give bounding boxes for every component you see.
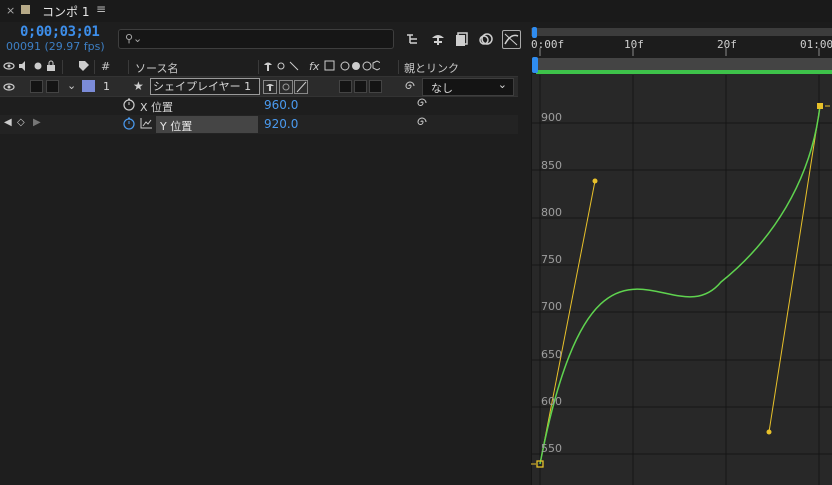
3d-layer-checkbox[interactable] — [369, 80, 382, 93]
switches-header — [263, 60, 339, 75]
current-time-display[interactable]: 0;00;03;01 — [20, 24, 100, 40]
time-navigator-bar[interactable] — [531, 28, 832, 36]
lock-checkbox[interactable] — [46, 80, 59, 93]
work-area-track — [536, 58, 832, 72]
graph-include-icon[interactable] — [140, 117, 153, 132]
column-divider — [94, 60, 95, 74]
ruler-ticks — [539, 48, 820, 56]
property-value[interactable]: 960.0 — [264, 98, 298, 112]
layer-switch-icons — [264, 60, 335, 71]
work-area-bar[interactable] — [536, 70, 832, 74]
prev-keyframe-icon[interactable]: ◀ — [4, 117, 12, 128]
column-divider — [62, 60, 63, 74]
column-divider — [398, 60, 399, 74]
composition-flowchart-icon[interactable] — [405, 31, 421, 47]
add-keyframe-icon[interactable]: ◇ — [17, 117, 25, 128]
keyframe-handle-line — [768, 105, 821, 433]
bezier-handle[interactable] — [592, 178, 598, 184]
label-tag-icon[interactable] — [78, 60, 90, 75]
effects-switch-header: fx — [309, 60, 320, 73]
property-row-y[interactable] — [0, 115, 518, 134]
stopwatch-active-icon[interactable] — [123, 117, 135, 133]
adjustment-checkbox[interactable] — [354, 80, 367, 93]
quality-switch-icon[interactable] — [294, 80, 308, 94]
column-divider — [258, 60, 259, 74]
switches-header-2 — [340, 60, 382, 75]
time-navigator-start-handle[interactable] — [532, 27, 537, 38]
graph-y-label: 600 — [541, 395, 562, 408]
ruler-label: 0:00f — [531, 38, 565, 51]
property-name: X 位置 — [140, 101, 174, 114]
playhead-indicator[interactable] — [532, 57, 538, 73]
audio-switch-icon[interactable] — [17, 60, 29, 75]
ruler-label: 01:00 — [800, 38, 832, 51]
parent-dropdown[interactable]: なし ⌄ — [422, 78, 514, 96]
layer-number-header: # — [101, 60, 111, 73]
graph-y-label: 900 — [541, 111, 562, 124]
expand-layer-chevron-icon[interactable]: ⌄ — [67, 79, 76, 92]
frame-rate-info: 00091 (29.97 fps) — [6, 40, 105, 53]
graph-y-label: 850 — [541, 159, 562, 172]
value-graph-curve[interactable] — [539, 105, 821, 465]
video-visibility-eye-icon[interactable] — [3, 81, 15, 96]
next-keyframe-icon[interactable]: ▶ — [33, 117, 41, 128]
layer-name-field[interactable]: シェイプレイヤー 1 — [150, 78, 260, 95]
search-input[interactable] — [141, 31, 390, 47]
source-name-header[interactable]: ソース名 — [135, 60, 178, 76]
ruler-label: 20f — [717, 38, 737, 51]
property-pickwhip-icon[interactable] — [416, 97, 428, 112]
keyframe-end[interactable] — [817, 103, 823, 109]
ruler-label: 10f — [624, 38, 644, 51]
graph-editor-icon[interactable] — [502, 30, 521, 49]
layer-search-box[interactable]: ⚲⌄ — [118, 29, 394, 49]
layer-label-color[interactable] — [82, 80, 95, 92]
parent-pickwhip-icon[interactable] — [404, 80, 416, 95]
property-value[interactable]: 920.0 — [264, 117, 298, 131]
column-divider — [128, 60, 129, 74]
search-icon: ⚲⌄ — [125, 32, 143, 45]
parent-link-header[interactable]: 親とリンク — [404, 60, 459, 76]
graph-editor-canvas[interactable] — [531, 22, 832, 485]
shape-layer-star-icon: ★ — [133, 79, 144, 93]
close-tab-icon[interactable]: × — [6, 4, 15, 17]
frame-blending-icon[interactable] — [454, 31, 470, 47]
parent-dropdown-value: なし — [431, 82, 453, 95]
composition-color-swatch — [21, 5, 30, 14]
layer-number: 1 — [103, 80, 110, 93]
property-pickwhip-icon[interactable] — [416, 116, 428, 131]
draft-3d-icon[interactable] — [430, 31, 446, 47]
property-name[interactable]: Y 位置 — [160, 118, 192, 134]
stopwatch-icon[interactable] — [123, 98, 135, 114]
graph-y-label: 650 — [541, 348, 562, 361]
shy-switch-icon[interactable] — [263, 80, 277, 94]
collapse-switch-icon[interactable] — [279, 80, 293, 94]
solo-checkbox[interactable] — [30, 80, 43, 93]
solo-switch-icon[interactable] — [33, 61, 43, 74]
property-row-x[interactable] — [0, 96, 518, 115]
tab-menu-icon[interactable]: ≡ — [96, 2, 106, 16]
graph-y-label: 750 — [541, 253, 562, 266]
lock-switch-icon[interactable] — [46, 60, 56, 75]
motion-blur-icon[interactable] — [478, 31, 494, 47]
motion-blur-checkbox[interactable] — [339, 80, 352, 93]
composition-tab-title[interactable]: コンポ 1 — [42, 3, 89, 20]
video-switch-icon[interactable] — [3, 60, 15, 75]
graph-y-label: 700 — [541, 300, 562, 313]
bezier-handle[interactable] — [766, 429, 772, 435]
graph-y-label: 550 — [541, 442, 562, 455]
composition-tab-bar: × コンポ 1 ≡ — [0, 0, 832, 22]
chevron-down-icon: ⌄ — [497, 78, 507, 91]
graph-y-label: 800 — [541, 206, 562, 219]
